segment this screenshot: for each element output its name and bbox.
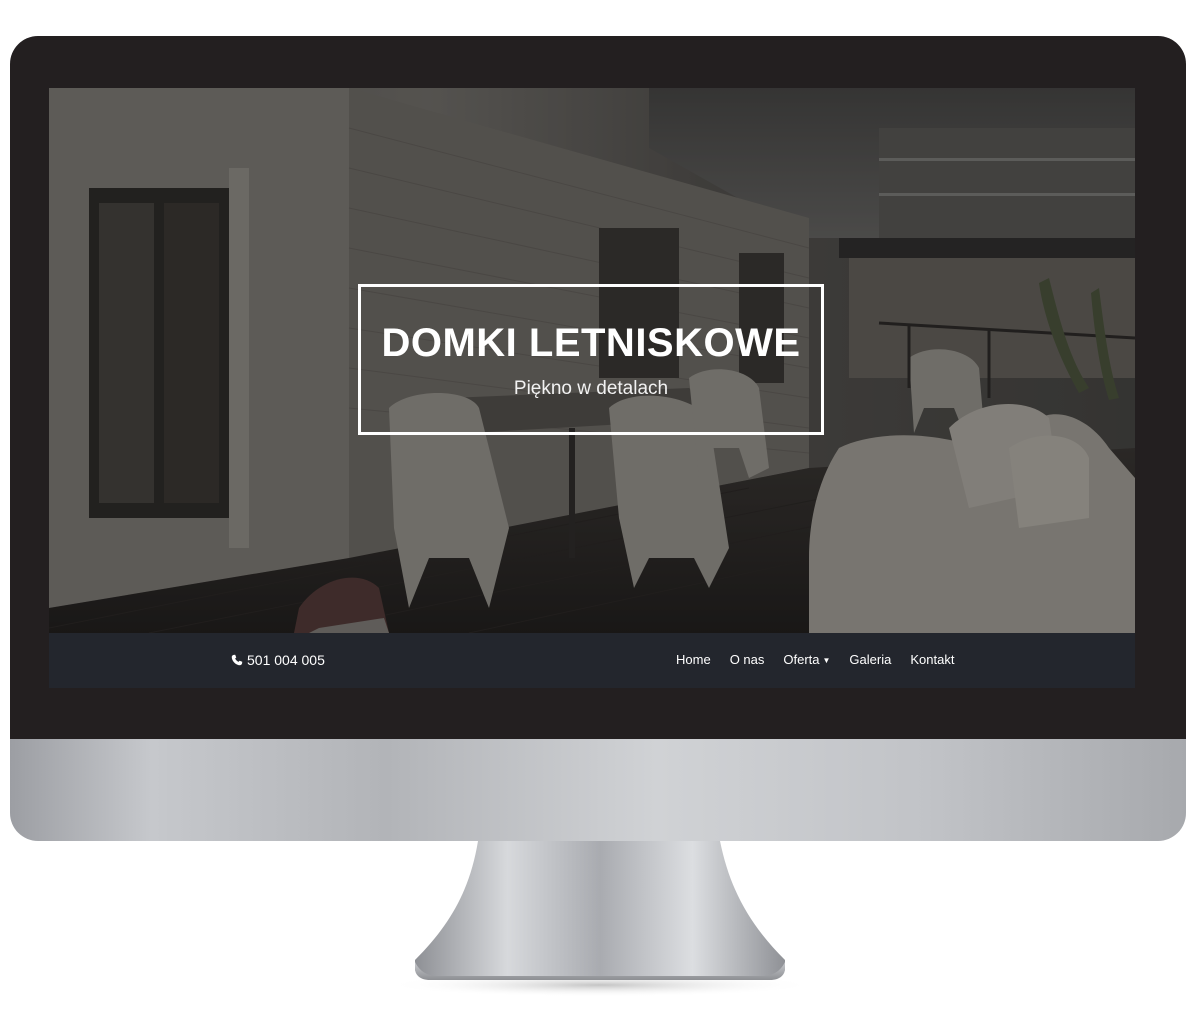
monitor-chin [10, 739, 1186, 841]
nav-item-o-nas[interactable]: O nas [730, 652, 765, 667]
phone-icon [231, 654, 243, 666]
caret-down-icon: ▼ [822, 656, 831, 665]
phone-contact[interactable]: 501 004 005 [231, 652, 325, 668]
hero-title: DOMKI LETNISKOWE [381, 321, 801, 365]
nav-item-oferta[interactable]: Oferta ▼ [783, 652, 830, 667]
hero-subtitle: Piękno w detalach [513, 378, 669, 399]
nav-item-galeria[interactable]: Galeria [849, 652, 891, 667]
navigation-bar: 501 004 005 Home O nas Oferta ▼ Galeria K… [49, 633, 1135, 688]
monitor-mockup: DOMKI LETNISKOWE Piękno w detalach 501 0… [0, 0, 1200, 1009]
nav-item-home[interactable]: Home [676, 652, 711, 667]
hero-title-frame: DOMKI LETNISKOWE Piękno w detalach [358, 284, 824, 435]
phone-number: 501 004 005 [247, 652, 325, 668]
hero-section: DOMKI LETNISKOWE Piękno w detalach [49, 88, 1135, 633]
website-screen: DOMKI LETNISKOWE Piękno w detalach 501 0… [49, 88, 1135, 688]
main-menu: Home O nas Oferta ▼ Galeria Kontakt [676, 652, 973, 667]
nav-item-oferta-label: Oferta [783, 652, 820, 667]
nav-item-kontakt[interactable]: Kontakt [910, 652, 954, 667]
